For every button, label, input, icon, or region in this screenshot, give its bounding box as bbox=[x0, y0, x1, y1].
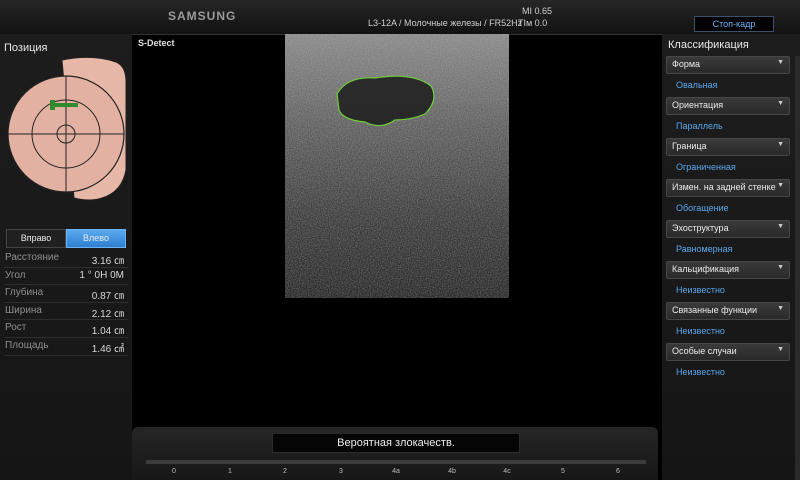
chevron-down-icon: ▼ bbox=[777, 182, 784, 189]
s-detect-label: S-Detect bbox=[138, 38, 175, 48]
scrollbar[interactable] bbox=[795, 56, 800, 480]
result-text: Вероятная злокачеств. bbox=[272, 433, 520, 453]
category-label: Измен. на задней стенке bbox=[672, 182, 776, 192]
category-label: Особые случаи bbox=[672, 346, 737, 356]
category-value[interactable]: Неизвестно bbox=[666, 361, 790, 383]
measurement-value: 3.16 ㎝ bbox=[91, 256, 124, 267]
category-echo-pattern: Эхоструктура ▼ Равномерная bbox=[666, 220, 790, 260]
scale-tick: 5 bbox=[561, 468, 565, 475]
measurement-row: Рост 1.04 ㎝ bbox=[4, 320, 128, 338]
category-associated-features: Связанные функции ▼ Неизвестно bbox=[666, 302, 790, 342]
probe-info: L3-12A / Молочные железы / FR52Hz bbox=[368, 18, 523, 28]
measurement-row: Глубина 0.87 ㎝ bbox=[4, 285, 128, 303]
category-value[interactable]: Обогащение bbox=[666, 197, 790, 219]
category-label: Эхоструктура bbox=[672, 223, 729, 233]
probe-marker-icon bbox=[50, 100, 78, 110]
category-dropdown[interactable]: Граница ▼ bbox=[666, 138, 790, 156]
scale-tick: 4c bbox=[503, 468, 511, 475]
category-value[interactable]: Равномерная bbox=[666, 238, 790, 260]
measurement-label: Расстояние bbox=[5, 252, 60, 263]
category-shape: Форма ▼ Овальная bbox=[666, 56, 790, 96]
category-value[interactable]: Овальная bbox=[666, 74, 790, 96]
mi-readout: MI 0.65 bbox=[522, 6, 553, 16]
measurement-row: Ширина 2.12 ㎝ bbox=[4, 303, 128, 321]
scale-tick: 1 bbox=[228, 468, 232, 475]
chevron-down-icon: ▼ bbox=[777, 100, 784, 107]
malignancy-result-bar: Вероятная злокачеств. 0 1 2 3 4a 4b 4c 5… bbox=[132, 427, 658, 480]
scale-tick: 4a bbox=[392, 468, 400, 475]
position-panel: Позиция Вправо Влево Расстояние 3.16 ㎝ У… bbox=[0, 34, 132, 480]
category-dropdown[interactable]: Кальцификация ▼ bbox=[666, 261, 790, 279]
freeze-button[interactable]: Стоп-кадр bbox=[694, 16, 774, 32]
bi-rads-scale bbox=[146, 460, 646, 464]
category-dropdown[interactable]: Эхоструктура ▼ bbox=[666, 220, 790, 238]
category-special-cases: Особые случаи ▼ Неизвестно bbox=[666, 343, 790, 383]
measurement-label: Глубина bbox=[5, 287, 44, 299]
chevron-down-icon: ▼ bbox=[777, 141, 784, 148]
breast-body-marker[interactable] bbox=[4, 52, 128, 204]
ultrasound-image[interactable] bbox=[285, 34, 509, 298]
category-orientation: Ориентация ▼ Параллель bbox=[666, 97, 790, 137]
scale-tick: 2 bbox=[283, 468, 287, 475]
category-label: Граница bbox=[672, 141, 707, 151]
scale-tick: 4b bbox=[448, 468, 456, 475]
classification-title: Классификация bbox=[668, 39, 749, 51]
side-right-button[interactable]: Вправо bbox=[6, 229, 66, 248]
category-label: Форма bbox=[672, 59, 701, 69]
category-value[interactable]: Параллель bbox=[666, 115, 790, 137]
measurement-value: 1 ° 0H 0M bbox=[79, 269, 124, 281]
category-value[interactable]: Неизвестно bbox=[666, 279, 790, 301]
chevron-down-icon: ▼ bbox=[777, 305, 784, 312]
category-calcification: Кальцификация ▼ Неизвестно bbox=[666, 261, 790, 301]
measurement-label: Площадь bbox=[5, 339, 49, 351]
category-label: Ориентация bbox=[672, 100, 724, 110]
scale-tick: 0 bbox=[172, 468, 176, 475]
measurement-value: 1.04 ㎝ bbox=[91, 326, 124, 338]
category-label: Кальцификация bbox=[672, 264, 739, 274]
top-bar: SAMSUNG L3-12A / Молочные железы / FR52H… bbox=[0, 0, 800, 35]
brand-logo: SAMSUNG bbox=[168, 9, 237, 23]
measurement-value: 2.12 ㎝ bbox=[91, 308, 124, 320]
measurement-list: Расстояние 3.16 ㎝ Угол 1 ° 0H 0M Глубина… bbox=[4, 250, 128, 356]
category-label: Связанные функции bbox=[672, 305, 758, 315]
chevron-down-icon: ▼ bbox=[777, 264, 784, 271]
category-posterior: Измен. на задней стенке ▼ Обогащение bbox=[666, 179, 790, 219]
category-dropdown[interactable]: Особые случаи ▼ bbox=[666, 343, 790, 361]
measurement-value: 1.46 ㎠ bbox=[91, 343, 124, 355]
scale-tick: 6 bbox=[616, 468, 620, 475]
measurement-row: Площадь 1.46 ㎠ bbox=[4, 338, 128, 356]
measurement-label: Рост bbox=[5, 322, 27, 334]
measurement-label: Угол bbox=[5, 269, 26, 281]
measurement-row: Расстояние 3.16 ㎝ bbox=[4, 250, 128, 268]
tim-readout: TIм 0.0 bbox=[518, 18, 548, 28]
category-dropdown[interactable]: Ориентация ▼ bbox=[666, 97, 790, 115]
chevron-down-icon: ▼ bbox=[777, 223, 784, 230]
category-value[interactable]: Ограниченная bbox=[666, 156, 790, 178]
measurement-label: Ширина bbox=[5, 304, 42, 316]
classification-panel: Классификация Форма ▼ Овальная Ориентаци… bbox=[662, 34, 800, 480]
category-dropdown[interactable]: Форма ▼ bbox=[666, 56, 790, 74]
category-margin: Граница ▼ Ограниченная bbox=[666, 138, 790, 178]
chevron-down-icon: ▼ bbox=[777, 346, 784, 353]
category-dropdown[interactable]: Связанные функции ▼ bbox=[666, 302, 790, 320]
scale-tick: 3 bbox=[339, 468, 343, 475]
category-value[interactable]: Неизвестно bbox=[666, 320, 790, 342]
measurement-row: Угол 1 ° 0H 0M bbox=[4, 268, 128, 286]
side-left-button[interactable]: Влево bbox=[66, 229, 126, 248]
category-dropdown[interactable]: Измен. на задней стенке ▼ bbox=[666, 179, 790, 197]
chevron-down-icon: ▼ bbox=[777, 59, 784, 66]
measurement-value: 0.87 ㎝ bbox=[91, 291, 124, 303]
